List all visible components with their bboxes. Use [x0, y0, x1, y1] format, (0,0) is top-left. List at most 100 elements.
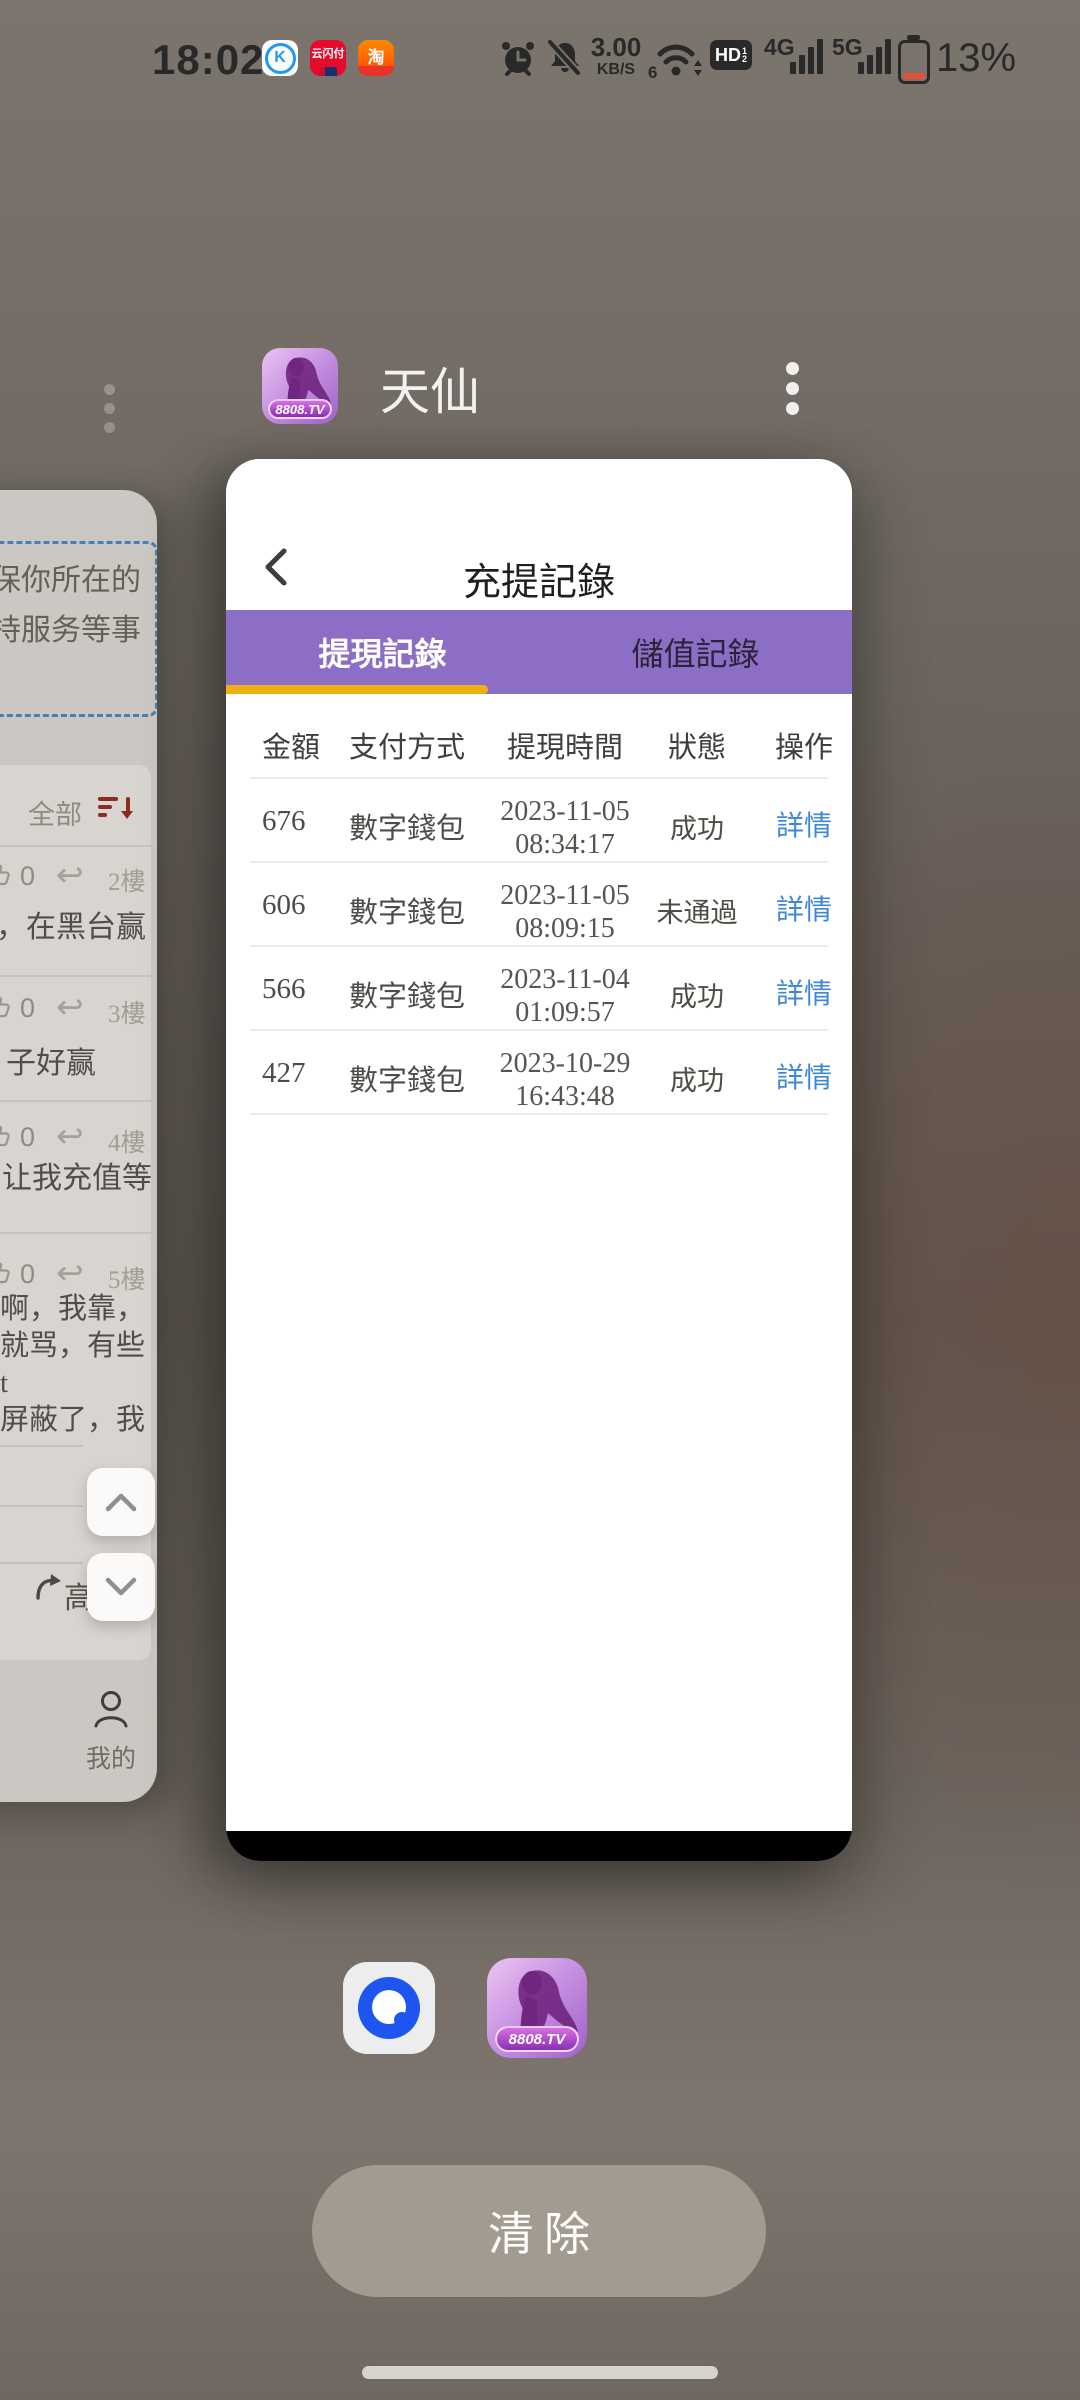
taobao-icon: 淘	[358, 40, 394, 76]
signal-sim1: 4G	[764, 34, 822, 74]
floor-label: 3樓	[108, 994, 146, 1030]
header-amount: 金額	[262, 724, 320, 766]
taobao-glyph: 淘	[358, 43, 394, 68]
cell-method: 數字錢包	[349, 889, 465, 931]
comment-meta: 0 ↩ 3樓	[0, 991, 151, 1025]
page-title: 充提記錄	[226, 551, 852, 606]
cell-status: 成功	[637, 975, 757, 1014]
left-app-preview-card[interactable]: 确保你所在的 持服务等事 全部 0 ↩ 2樓 ，在黑台赢 0 ↩ 3樓 子好赢 …	[0, 490, 157, 1802]
tianxian-app-preview-card[interactable]: 充提記錄 提現記錄 儲值記錄 金額 支付方式 提現時間 狀態 操作 676 數字…	[226, 459, 852, 1861]
thumbs-up-icon[interactable]	[0, 1259, 12, 1287]
cell-datetime: 2023-10-2916:43:48	[465, 1047, 665, 1113]
hd-sub: 2	[742, 55, 747, 63]
home-indicator[interactable]	[362, 2366, 718, 2379]
share-arrow-icon	[34, 1571, 62, 1601]
unionpay-label: 云闪付	[310, 45, 346, 61]
reply-icon[interactable]: ↩	[56, 987, 84, 1026]
cell-amount: 606	[262, 889, 306, 922]
details-link[interactable]: 詳情	[774, 972, 834, 1012]
records-list: 676 數字錢包 2023-11-0508:34:17 成功 詳情 606 數字…	[226, 779, 852, 1115]
scroll-up-button[interactable]	[87, 1468, 155, 1536]
alarm-icon	[500, 38, 536, 78]
header-method: 支付方式	[349, 724, 465, 766]
app-icon-badge: 8808.TV	[495, 2026, 579, 2052]
recents-app-title: 天仙	[380, 352, 480, 424]
nav-my-tab[interactable]: 我的	[79, 1688, 143, 1775]
thumbs-up-icon[interactable]	[0, 861, 12, 889]
like-count: 0	[20, 861, 35, 892]
cell-status: 成功	[637, 807, 757, 846]
table-row: 676 數字錢包 2023-11-0508:34:17 成功 詳情	[226, 779, 852, 863]
signal-sim2: 5G	[832, 34, 890, 74]
header-action: 操作	[774, 724, 834, 766]
cell-status: 未通過	[637, 891, 757, 930]
wifi-icon: 6	[646, 36, 706, 80]
details-link[interactable]: 詳情	[774, 888, 834, 928]
cell-amount: 427	[262, 1057, 306, 1090]
cell-datetime: 2023-11-0508:34:17	[465, 795, 665, 861]
table-header: 金額 支付方式 提現時間 狀態 操作	[226, 694, 852, 779]
cell-amount: 566	[262, 973, 306, 1006]
tianxian-dock-icon[interactable]: 8808.TV	[487, 1958, 587, 2058]
tab-withdraw-records[interactable]: 提現記錄	[226, 610, 539, 694]
details-link[interactable]: 詳情	[774, 804, 834, 844]
status-bar: 18:02 K 云闪付 淘 3.00 KB/S 6 HD 1	[0, 28, 1080, 90]
floor-label: 2樓	[108, 862, 146, 898]
active-tab-underline	[226, 685, 488, 694]
svg-text:6: 6	[648, 63, 657, 80]
tab-deposit-records[interactable]: 儲值記錄	[539, 610, 852, 694]
details-link[interactable]: 詳情	[774, 1056, 834, 1096]
thumbs-up-icon[interactable]	[0, 1122, 12, 1150]
unionpay-flag	[319, 67, 337, 76]
tianxian-app-icon[interactable]: 8808.TV	[262, 348, 338, 424]
comment-text: 子好赢	[6, 1038, 96, 1082]
taobao-band	[358, 66, 394, 76]
clear-all-button[interactable]: 清除	[312, 2165, 766, 2297]
comment-text: 让我充值等	[2, 1153, 151, 1197]
cell-method: 數字錢包	[349, 805, 465, 847]
hd-label: HD	[715, 45, 741, 66]
nav-my-label: 我的	[79, 1739, 143, 1775]
like-count: 0	[20, 1259, 35, 1290]
page-header: 充提記錄	[226, 459, 852, 610]
notice-line-2: 持服务等事	[0, 606, 141, 656]
comment-meta: 0 ↩ 5樓	[0, 1257, 151, 1291]
app-nav-bar-black	[226, 1831, 852, 1861]
notifications-muted-icon	[546, 38, 584, 78]
quark-k-icon: K	[262, 40, 298, 76]
notice-line-1: 确保你所在的	[0, 556, 141, 606]
scroll-down-button[interactable]	[87, 1553, 155, 1621]
cell-amount: 676	[262, 805, 306, 838]
comment-meta: 0 ↩ 2樓	[0, 859, 151, 893]
card-menu-icon[interactable]	[786, 362, 799, 422]
reply-icon[interactable]: ↩	[56, 855, 84, 894]
filter-all-label[interactable]: 全部	[28, 793, 82, 832]
tab-bar: 提現記錄 儲值記錄	[226, 610, 852, 694]
sort-descending-icon[interactable]	[98, 797, 132, 823]
clock-time: 18:02	[152, 36, 264, 84]
notice-dashed-box: 确保你所在的 持服务等事	[0, 541, 157, 717]
sim1-label: 4G	[764, 34, 795, 61]
app-icon-badge: 8808.TV	[268, 399, 332, 420]
left-card-menu-icon[interactable]	[104, 384, 115, 441]
comment-meta: 0 ↩ 4樓	[0, 1120, 151, 1154]
network-speed-unit: KB/S	[588, 62, 644, 78]
person-icon	[90, 1688, 132, 1730]
like-count: 0	[20, 1122, 35, 1153]
cell-method: 數字錢包	[349, 973, 465, 1015]
header-time: 提現時間	[465, 724, 665, 766]
thumbs-up-icon[interactable]	[0, 993, 12, 1021]
sim2-label: 5G	[832, 34, 863, 61]
reply-icon[interactable]: ↩	[56, 1253, 84, 1292]
table-row: 427 數字錢包 2023-10-2916:43:48 成功 詳情	[226, 1031, 852, 1115]
unionpay-icon: 云闪付	[310, 40, 346, 76]
quark-browser-icon[interactable]	[343, 1962, 435, 2054]
clear-all-label: 清除	[478, 2198, 600, 2264]
volte-hd-icon: HD 1 2	[710, 40, 752, 70]
reply-icon[interactable]: ↩	[56, 1116, 84, 1155]
cell-status: 成功	[637, 1059, 757, 1098]
header-status: 狀態	[637, 724, 757, 766]
table-row: 606 數字錢包 2023-11-0508:09:15 未通過 詳情	[226, 863, 852, 947]
chevron-down-icon	[104, 1576, 138, 1598]
network-speed: 3.00 KB/S	[588, 34, 644, 78]
